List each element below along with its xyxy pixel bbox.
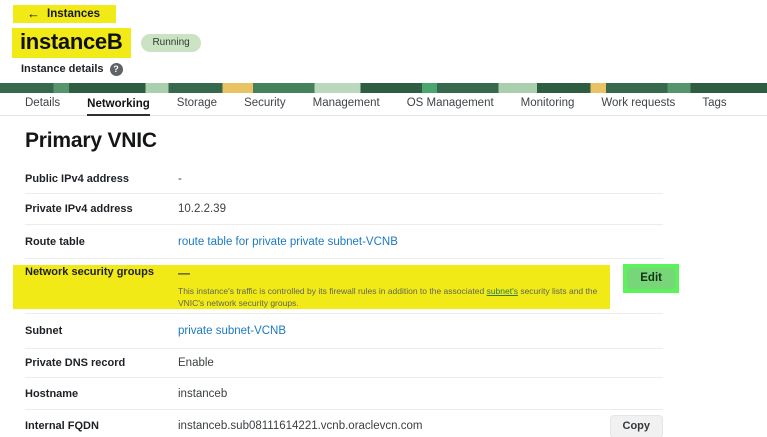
help-icon[interactable]: ?: [110, 63, 123, 76]
tab-management[interactable]: Management: [313, 97, 380, 115]
field-row-private-ipv4: Private IPv4 address 10.2.2.39: [25, 194, 663, 225]
back-link-label: Instances: [47, 8, 100, 20]
vnic-fields: Public IPv4 address - Private IPv4 addre…: [25, 165, 663, 437]
field-row-internal-fqdn: Internal FQDN instanceb.sub08111614221.v…: [25, 410, 663, 437]
section-heading: Primary VNIC: [25, 129, 767, 153]
status-badge: Running: [141, 34, 200, 52]
subtitle-label: Instance details: [21, 63, 104, 75]
field-value: instanceb: [178, 388, 227, 400]
field-label: Internal FQDN: [25, 420, 178, 432]
main-content: Primary VNIC Public IPv4 address - Priva…: [0, 129, 767, 437]
field-label: Hostname: [25, 388, 178, 400]
breadcrumb: ← Instances: [13, 5, 767, 23]
field-value: —: [178, 266, 618, 280]
nsg-desc-text: This instance's traffic is controlled by…: [178, 286, 487, 296]
field-value: -: [178, 173, 182, 185]
back-to-instances-link[interactable]: ← Instances: [13, 5, 116, 23]
tab-bar: Details Networking Storage Security Mana…: [0, 93, 767, 116]
nsg-description: This instance's traffic is controlled by…: [178, 285, 618, 310]
tab-os-management[interactable]: OS Management: [407, 97, 494, 115]
edit-nsg-button[interactable]: Edit: [627, 268, 675, 289]
field-label: Subnet: [25, 325, 178, 337]
field-row-hostname: Hostname instanceb: [25, 378, 663, 410]
tab-security[interactable]: Security: [244, 97, 286, 115]
title-row: instanceB Running: [12, 28, 767, 58]
field-row-route-table: Route table route table for private priv…: [25, 225, 663, 259]
field-row-network-security-groups: Network security groups — This instance'…: [25, 259, 663, 314]
route-table-link[interactable]: route table for private private subnet-V…: [178, 236, 398, 248]
field-value: instanceb.sub08111614221.vcnb.oraclevcn.…: [178, 420, 422, 432]
tab-details[interactable]: Details: [25, 97, 60, 115]
nsg-value: — This instance's traffic is controlled …: [178, 266, 618, 310]
subnet-link[interactable]: subnet's: [487, 286, 518, 296]
tab-storage[interactable]: Storage: [177, 97, 217, 115]
green-annotation-highlight: Edit: [623, 264, 679, 293]
tab-networking[interactable]: Networking: [87, 98, 150, 116]
field-label: Private DNS record: [25, 357, 178, 369]
field-row-subnet: Subnet private subnet-VCNB: [25, 314, 663, 349]
field-label: Network security groups: [25, 266, 178, 278]
copy-fqdn-button[interactable]: Copy: [610, 415, 664, 437]
back-arrow-icon: ←: [27, 7, 40, 20]
title-highlight: instanceB: [12, 28, 131, 58]
field-label: Private IPv4 address: [25, 203, 178, 215]
field-label: Route table: [25, 236, 178, 248]
subtitle-row: Instance details ?: [21, 62, 767, 76]
tab-work-requests[interactable]: Work requests: [601, 97, 675, 115]
tab-monitoring[interactable]: Monitoring: [521, 97, 575, 115]
field-label: Public IPv4 address: [25, 173, 178, 185]
field-row-public-ipv4: Public IPv4 address -: [25, 165, 663, 194]
field-row-private-dns: Private DNS record Enable: [25, 349, 663, 378]
decorative-banner: [0, 83, 767, 93]
field-value: 10.2.2.39: [178, 203, 226, 215]
tab-tags[interactable]: Tags: [702, 97, 726, 115]
field-value: Enable: [178, 357, 214, 369]
instance-details-page: ← Instances instanceB Running Instance d…: [0, 5, 767, 437]
subnet-detail-link[interactable]: private subnet-VCNB: [178, 325, 286, 337]
page-title: instanceB: [20, 29, 122, 54]
